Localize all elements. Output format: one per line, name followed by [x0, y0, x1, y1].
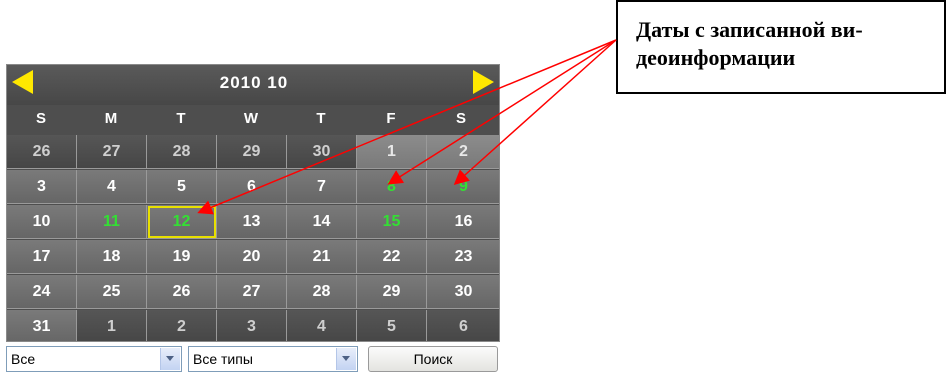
annotation-line: Даты с записанной ви-	[636, 17, 863, 42]
weekday-label: W	[243, 110, 259, 127]
chevron-down-icon	[166, 356, 174, 361]
calendar-day[interactable]: 5	[357, 310, 427, 341]
calendar-day[interactable]: 4	[287, 310, 357, 341]
type-select[interactable]: Все типы	[188, 346, 358, 372]
weekday-label: T	[176, 110, 186, 127]
calendar-day[interactable]: 26	[7, 135, 77, 169]
dropdown-button[interactable]	[160, 348, 180, 370]
calendar-day[interactable]: 4	[77, 170, 147, 204]
weekday-label: T	[316, 110, 326, 127]
calendar-day[interactable]: 30	[427, 275, 499, 309]
next-month-icon[interactable]	[469, 68, 497, 96]
calendar-day[interactable]: 26	[147, 275, 217, 309]
annotation-line: деоинформации	[636, 45, 796, 70]
calendar-day[interactable]: 17	[7, 240, 77, 274]
weekday-label: S	[455, 110, 466, 127]
weekday-label: F	[386, 110, 396, 127]
search-controls: Все Все типы Поиск	[6, 344, 500, 374]
calendar-day[interactable]: 5	[147, 170, 217, 204]
calendar-day[interactable]: 3	[217, 310, 287, 341]
calendar-day[interactable]: 1	[357, 135, 427, 169]
calendar-day[interactable]: 20	[217, 240, 287, 274]
chevron-down-icon	[342, 356, 350, 361]
annotation-callout: Даты с записанной ви- деоинформации	[616, 0, 946, 94]
calendar-day[interactable]: 6	[427, 310, 499, 341]
calendar-widget: 2010 10 S M T W T F S 26 27 28 29 30 1 2 3 4 5 6 7 8…	[6, 64, 500, 375]
channel-select-value: Все	[11, 351, 36, 367]
calendar-day[interactable]: 3	[7, 170, 77, 204]
weekday-label: M	[104, 110, 118, 127]
calendar-day[interactable]: 28	[287, 275, 357, 309]
calendar-day[interactable]: 16	[427, 205, 499, 239]
calendar-day[interactable]: 22	[357, 240, 427, 274]
calendar-day[interactable]: 6	[217, 170, 287, 204]
calendar-day[interactable]: 19	[147, 240, 217, 274]
type-select-value: Все типы	[193, 351, 253, 367]
calendar-day[interactable]: 29	[357, 275, 427, 309]
calendar-day-selected[interactable]: 12	[147, 205, 217, 239]
calendar-day[interactable]: 9	[427, 170, 499, 204]
calendar-day[interactable]: 27	[217, 275, 287, 309]
calendar-day[interactable]: 21	[287, 240, 357, 274]
search-button[interactable]: Поиск	[368, 346, 498, 372]
channel-select[interactable]: Все	[6, 346, 182, 372]
calendar-day[interactable]: 30	[287, 135, 357, 169]
calendar-day[interactable]: 23	[427, 240, 499, 274]
calendar-day[interactable]: 7	[287, 170, 357, 204]
calendar-day[interactable]: 10	[7, 205, 77, 239]
calendar-day[interactable]: 25	[77, 275, 147, 309]
calendar-day[interactable]: 2	[427, 135, 499, 169]
calendar-day[interactable]: 18	[77, 240, 147, 274]
calendar-day[interactable]: 11	[77, 205, 147, 239]
calendar-day[interactable]: 24	[7, 275, 77, 309]
calendar-day[interactable]: 15	[357, 205, 427, 239]
month-title: 2010 10	[219, 73, 289, 92]
calendar-day[interactable]: 1	[77, 310, 147, 341]
dropdown-button[interactable]	[336, 348, 356, 370]
weekday-label: S	[35, 110, 46, 127]
calendar-day[interactable]: 27	[77, 135, 147, 169]
calendar-day[interactable]: 13	[217, 205, 287, 239]
calendar-day[interactable]: 29	[217, 135, 287, 169]
calendar-day[interactable]: 28	[147, 135, 217, 169]
calendar: 2010 10 S M T W T F S 26 27 28 29 30 1 2 3 4 5 6 7 8…	[6, 64, 500, 342]
calendar-day[interactable]: 14	[287, 205, 357, 239]
calendar-day[interactable]: 2	[147, 310, 217, 341]
weekday-header-row: S M T W T F S	[7, 105, 499, 133]
calendar-header: 2010 10	[7, 65, 499, 105]
calendar-day[interactable]: 31	[7, 310, 77, 341]
calendar-day[interactable]: 8	[357, 170, 427, 204]
